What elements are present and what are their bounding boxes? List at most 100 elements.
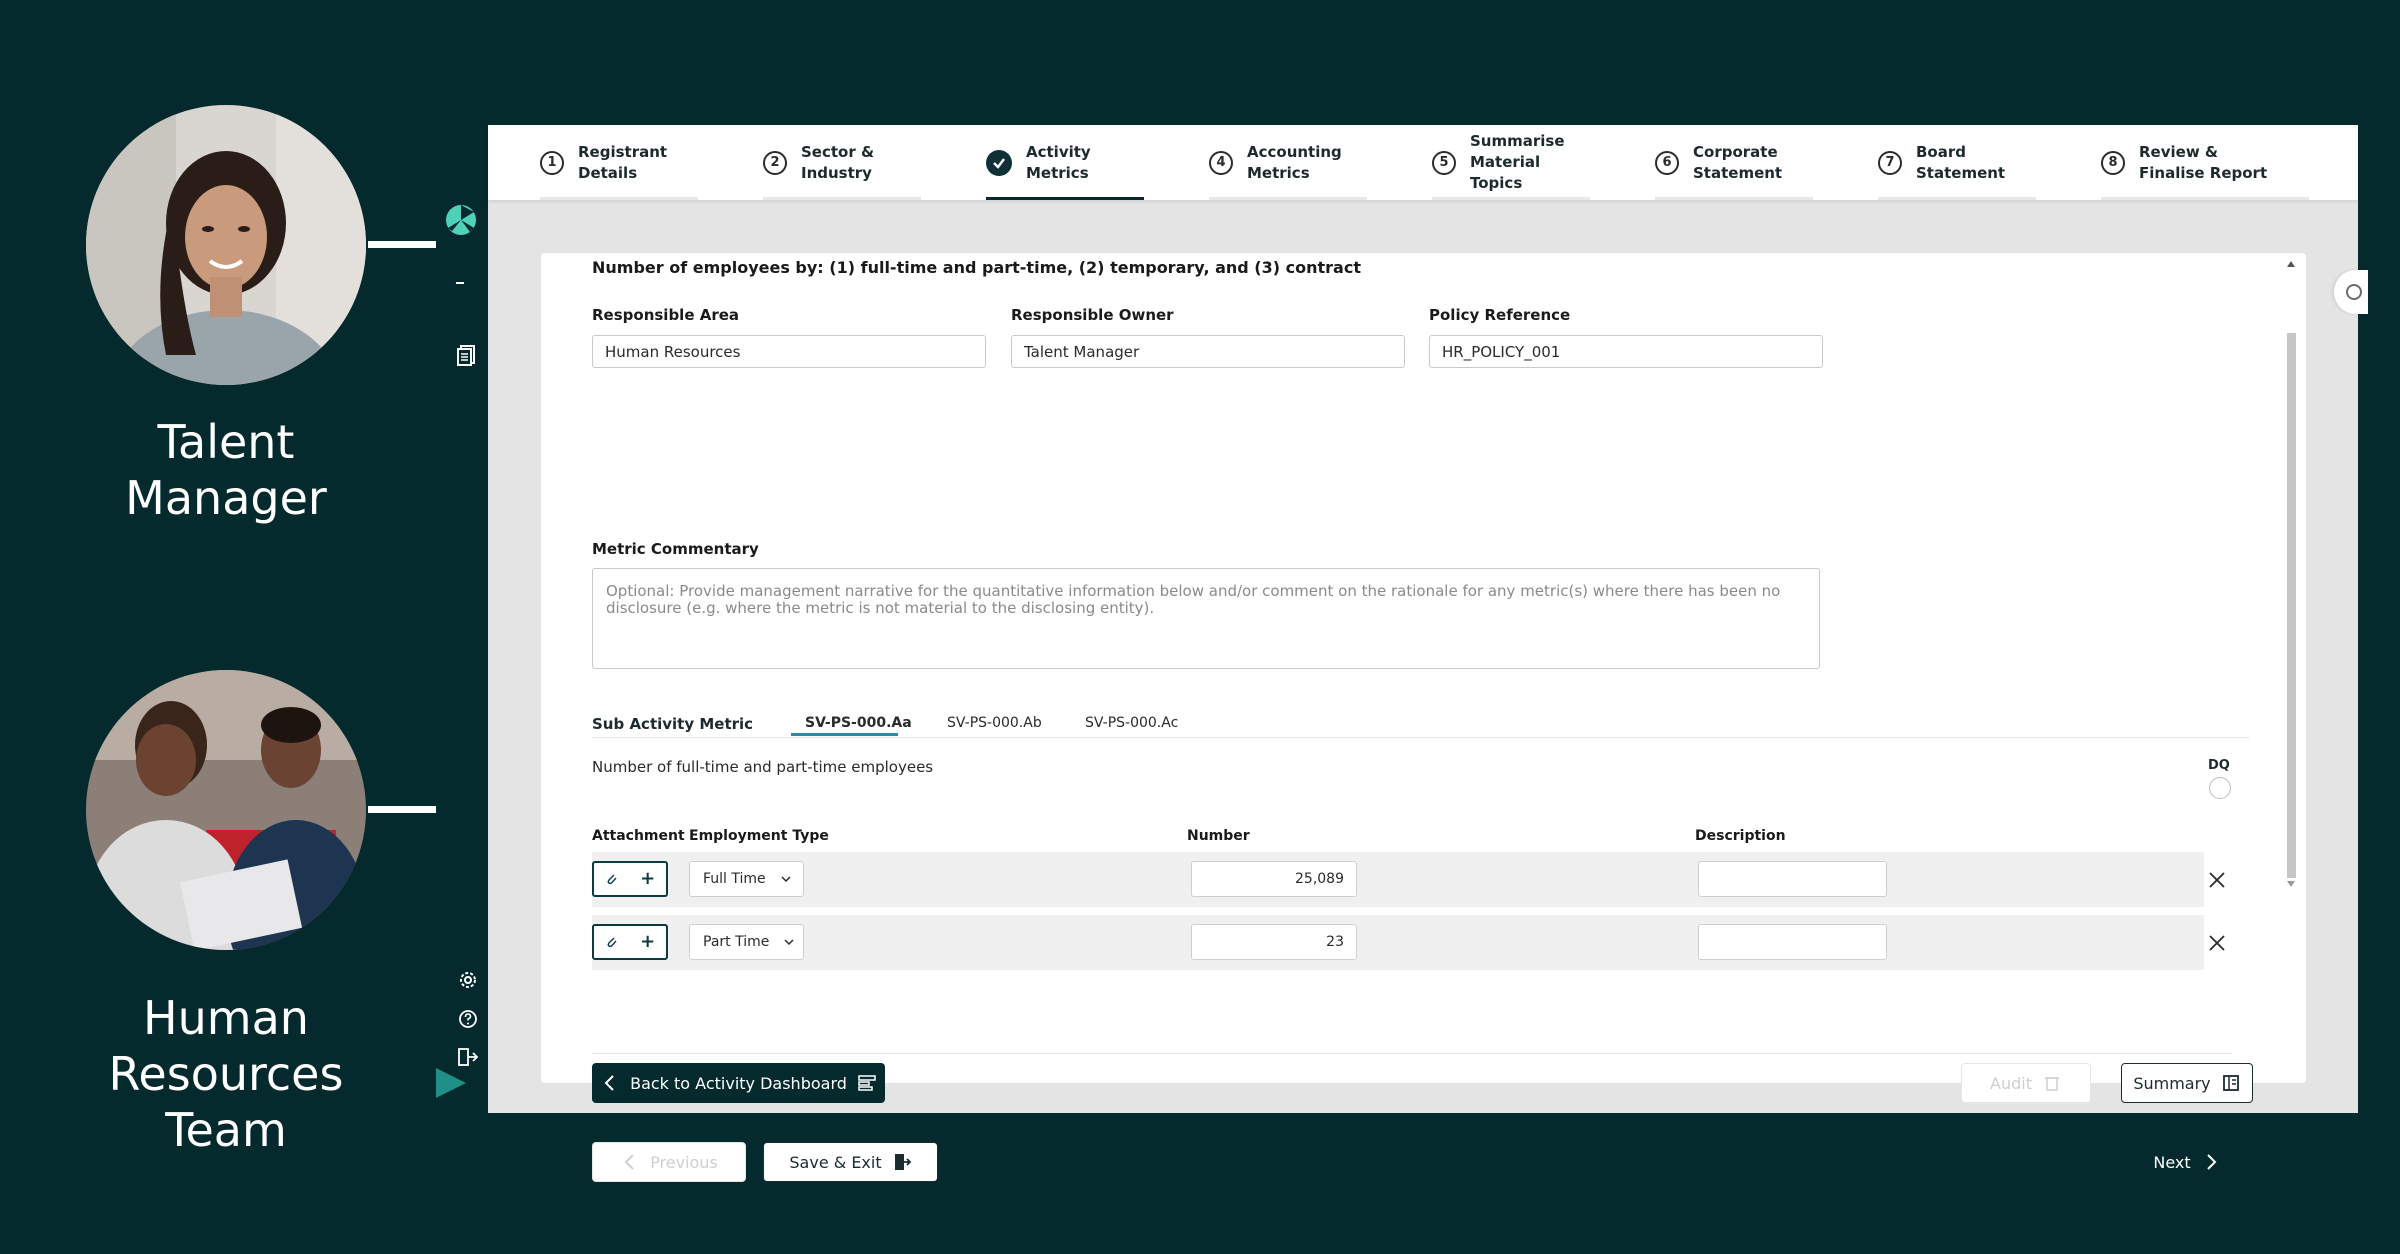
gear-icon[interactable]	[456, 968, 480, 992]
right-panel-toggle[interactable]	[2334, 270, 2368, 314]
dq-radio[interactable]	[2209, 777, 2231, 799]
section-title: Number of employees by: (1) full-time an…	[592, 258, 1361, 277]
back-to-activity-dashboard-button[interactable]: Back to Activity Dashboard	[592, 1063, 885, 1103]
step-label: Sector & Industry	[801, 142, 875, 182]
tab-sv-ps-000-ac[interactable]: SV-PS-000.Ac	[1085, 715, 1178, 731]
step-underline	[1878, 197, 2036, 200]
app-window: 1 Registrant Details 2 Sector & Industry…	[488, 125, 2368, 1182]
chevron-left-icon	[604, 1075, 614, 1091]
responsible-owner-field[interactable]: Talent Manager	[1011, 335, 1405, 368]
step-underline	[1209, 197, 1367, 200]
save-exit-button-label: Save & Exit	[789, 1152, 882, 1172]
step-label: Corporate Statement	[1693, 142, 1783, 182]
scroll-up-arrow[interactable]	[2287, 261, 2295, 267]
save-exit-button[interactable]: Save & Exit	[763, 1142, 938, 1182]
scroll-down-arrow[interactable]	[2287, 881, 2295, 887]
employment-type-select[interactable]: Full Time	[689, 861, 804, 897]
responsible-area-field[interactable]: Human Resources	[592, 335, 986, 368]
divider	[592, 1053, 2232, 1054]
step-underline	[1655, 197, 1813, 200]
column-header-number: Number	[1187, 828, 1250, 844]
divider	[592, 1106, 2232, 1107]
employment-type-select[interactable]: Part Time	[689, 924, 804, 960]
trash-icon	[2044, 1077, 2059, 1091]
description-input[interactable]	[1698, 924, 1887, 960]
dashboard-icon	[858, 1075, 876, 1091]
employment-type-value: Full Time	[703, 871, 766, 887]
step-number: 5	[1432, 150, 1456, 175]
step-accounting-metrics[interactable]: 4 Accounting Metrics	[1157, 125, 1367, 200]
table-row	[592, 915, 2204, 970]
step-number: 4	[1209, 150, 1233, 175]
scrollbar[interactable]	[2283, 253, 2299, 893]
step-board-statement[interactable]: 7 Board Statement	[1826, 125, 2036, 200]
policy-reference-label: Policy Reference	[1429, 306, 1571, 324]
scrollbar-thumb[interactable]	[2287, 333, 2296, 878]
step-review-finalise-report[interactable]: 8 Review & Finalise Report	[2049, 125, 2309, 200]
document-icon[interactable]	[456, 343, 480, 367]
table-row	[592, 852, 2204, 907]
step-sector-industry[interactable]: 2 Sector & Industry	[711, 125, 921, 200]
summary-button[interactable]: Summary	[2121, 1063, 2253, 1103]
plus-icon: +	[640, 931, 656, 952]
step-corporate-statement[interactable]: 6 Corporate Statement	[1603, 125, 1813, 200]
column-header-employment-type: Employment Type	[689, 828, 829, 844]
persona-label-talent-manager: Talent Manager	[125, 415, 327, 525]
step-summarise-material-topics[interactable]: 5 Summarise Material Topics	[1380, 125, 1590, 200]
rail-dash	[456, 282, 464, 284]
step-underline	[763, 197, 921, 200]
help-icon[interactable]	[456, 1007, 480, 1031]
talent-manager-photo	[86, 105, 366, 385]
hr-team-photo	[86, 670, 366, 950]
audit-button[interactable]: Audit	[1961, 1063, 2091, 1103]
step-underline	[1432, 197, 1590, 200]
attach-button[interactable]: +	[592, 924, 668, 960]
back-button-label: Back to Activity Dashboard	[630, 1073, 847, 1093]
paperclip-icon	[607, 937, 617, 948]
divider	[592, 737, 2249, 738]
employment-type-value: Part Time	[703, 934, 770, 950]
description-input[interactable]	[1698, 861, 1887, 897]
number-input[interactable]: 25,089	[1191, 861, 1357, 897]
exit-icon	[894, 1154, 911, 1170]
sub-metric-description: Number of full-time and part-time employ…	[592, 758, 934, 776]
step-label: Review & Finalise Report	[2139, 142, 2268, 182]
responsible-area-label: Responsible Area	[592, 306, 740, 324]
tab-sv-ps-000-aa[interactable]: SV-PS-000.Aa	[805, 715, 912, 731]
chevron-down-icon	[784, 939, 794, 946]
connector-line	[368, 806, 436, 813]
attach-button[interactable]: +	[592, 861, 668, 897]
step-number: 8	[2101, 150, 2125, 175]
metric-commentary-textarea[interactable]: Optional: Provide management narrative f…	[592, 568, 1820, 669]
step-label: Board Statement	[1916, 142, 2006, 182]
chevron-down-icon	[781, 876, 791, 883]
remove-row-button[interactable]	[2207, 933, 2227, 953]
step-number: 2	[763, 150, 787, 175]
step-underline	[2101, 197, 2309, 200]
step-label: Summarise Material Topics	[1470, 132, 1565, 192]
remove-row-button[interactable]	[2207, 870, 2227, 890]
step-underline	[540, 197, 698, 200]
summary-icon	[2222, 1075, 2239, 1091]
step-label: Accounting Metrics	[1247, 142, 1342, 182]
dq-label: DQ	[2208, 758, 2230, 773]
previous-button-label: Previous	[650, 1152, 718, 1172]
sub-activity-metric-label: Sub Activity Metric	[592, 715, 754, 733]
step-number: 1	[540, 150, 564, 175]
active-tab-indicator	[791, 733, 898, 736]
persona-label-hr-team: Human Resources Team	[108, 991, 344, 1157]
chevron-left-icon	[624, 1154, 634, 1170]
summary-button-label: Summary	[2133, 1073, 2211, 1093]
column-header-attachment: Attachment	[592, 828, 685, 844]
number-input[interactable]: 23	[1191, 924, 1357, 960]
logout-icon[interactable]	[456, 1045, 480, 1069]
app-logo-icon	[444, 203, 478, 237]
previous-button[interactable]: Previous	[592, 1142, 746, 1182]
step-label: Registrant Details	[578, 142, 668, 182]
next-button[interactable]: Next	[2121, 1142, 2253, 1182]
step-number: 7	[1878, 150, 1902, 175]
step-activity-metrics[interactable]: Activity Metrics	[934, 125, 1144, 200]
policy-reference-field[interactable]: HR_POLICY_001	[1429, 335, 1823, 368]
tab-sv-ps-000-ab[interactable]: SV-PS-000.Ab	[947, 715, 1042, 731]
step-registrant-details[interactable]: 1 Registrant Details	[488, 125, 698, 200]
